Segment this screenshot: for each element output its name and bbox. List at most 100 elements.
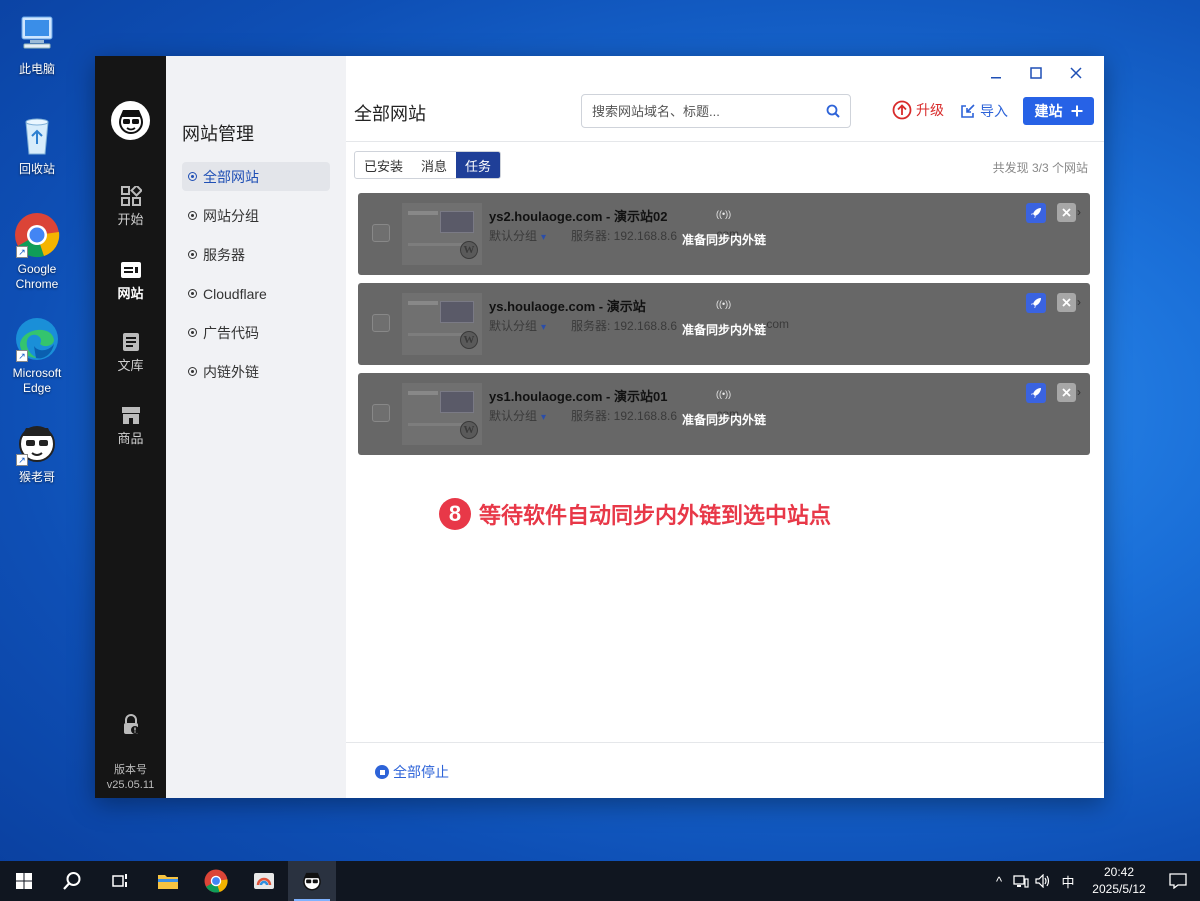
- network-icon[interactable]: [1010, 874, 1032, 888]
- lock-icon: [120, 714, 142, 734]
- chevron-right-icon[interactable]: ›: [1077, 205, 1081, 219]
- rocket-button[interactable]: [1026, 383, 1046, 403]
- site-thumbnail: W: [402, 203, 482, 265]
- file-explorer-taskbar-button[interactable]: [144, 861, 192, 901]
- app-logo[interactable]: [111, 101, 150, 140]
- site-name[interactable]: ys1.houlaoge.com - 演示站01: [489, 386, 667, 405]
- rail-item-library[interactable]: 文库: [95, 332, 166, 374]
- import-button[interactable]: 导入: [960, 101, 1008, 121]
- shortcut-arrow-icon: ↗: [16, 246, 28, 258]
- recycle-bin-icon: [14, 112, 60, 158]
- close-icon: [1070, 67, 1082, 79]
- ime-indicator[interactable]: 中: [1054, 872, 1082, 891]
- plus-icon: [1071, 105, 1082, 117]
- desktop-icon-edge[interactable]: ↗ Microsoft Edge: [6, 316, 68, 396]
- rail-item-start[interactable]: 开始: [95, 184, 166, 228]
- notification-icon[interactable]: [1156, 873, 1200, 889]
- task-view-button[interactable]: [96, 861, 144, 901]
- chevron-right-icon[interactable]: ›: [1077, 295, 1081, 309]
- upgrade-arrow-icon: [892, 100, 912, 120]
- site-group-select[interactable]: 默认分组 ▾: [489, 407, 546, 424]
- search-icon: [63, 872, 81, 890]
- subnav-item-links[interactable]: 内链外链: [182, 357, 330, 386]
- site-server: 服务器: 192.168.8.6: [571, 319, 678, 333]
- stop-all-button[interactable]: 全部停止: [375, 762, 449, 782]
- start-button[interactable]: [0, 861, 48, 901]
- search-input[interactable]: [592, 103, 826, 119]
- system-tray: ^ 中 20:42 2025/5/12: [988, 861, 1200, 901]
- site-card: W ys2.houlaoge.com - 演示站02 默认分组 ▾ 服务器: 19…: [358, 193, 1090, 275]
- version-label: 版本号: [114, 764, 147, 776]
- site-name[interactable]: ys2.houlaoge.com - 演示站02: [489, 206, 667, 225]
- houlaoge-taskbar-button[interactable]: [288, 861, 336, 901]
- stop-all-label: 全部停止: [393, 764, 449, 780]
- minimize-button[interactable]: [976, 60, 1016, 86]
- remove-site-button[interactable]: [1057, 293, 1076, 312]
- remove-site-button[interactable]: [1057, 203, 1076, 222]
- document-icon: [120, 332, 142, 352]
- tab-tasks[interactable]: 任务: [456, 152, 501, 178]
- desktop-icon-houlaoge[interactable]: ↗ 猴老哥: [6, 420, 68, 485]
- clock[interactable]: 20:42 2025/5/12: [1082, 864, 1156, 898]
- wordpress-icon: W: [460, 421, 478, 439]
- rocket-icon: [1031, 208, 1041, 218]
- edge-icon: ↗: [14, 316, 60, 362]
- search-taskbar-button[interactable]: [48, 861, 96, 901]
- rail-item-goods[interactable]: 商品: [95, 405, 166, 447]
- subnav-item-site-groups[interactable]: 网站分组: [182, 201, 330, 230]
- search-icon[interactable]: [826, 104, 840, 118]
- close-window-button[interactable]: [1056, 60, 1096, 86]
- subnav-item-servers[interactable]: 服务器: [182, 240, 330, 269]
- site-name[interactable]: ys.houlaoge.com - 演示站: [489, 296, 646, 315]
- monkey-logo-icon: [118, 109, 143, 134]
- site-card: W ys1.houlaoge.com - 演示站01 默认分组 ▾ 服务器: 19…: [358, 373, 1090, 455]
- site-server: 服务器: 192.168.8.6: [571, 229, 678, 243]
- site-group-select[interactable]: 默认分组 ▾: [489, 227, 546, 244]
- subnav-item-cloudflare[interactable]: Cloudflare: [182, 279, 330, 308]
- desktop-icon-label: Google Chrome: [15, 262, 59, 291]
- subnav-item-label: Cloudflare: [203, 285, 267, 302]
- chrome-taskbar-button[interactable]: [192, 861, 240, 901]
- site-checkbox[interactable]: [372, 224, 390, 242]
- remove-site-button[interactable]: [1057, 383, 1076, 402]
- rocket-button[interactable]: [1026, 293, 1046, 313]
- app-taskbar-button[interactable]: [240, 861, 288, 901]
- site-group-select[interactable]: 默认分组 ▾: [489, 317, 546, 334]
- subnav-item-label: 服务器: [203, 246, 245, 263]
- close-icon: [1062, 388, 1071, 397]
- rocket-icon: [1031, 298, 1041, 308]
- volume-icon[interactable]: [1032, 874, 1054, 888]
- desktop-icon-recycle-bin[interactable]: 回收站: [6, 112, 68, 177]
- tab-installed[interactable]: 已安装: [355, 152, 412, 178]
- site-checkbox[interactable]: [372, 314, 390, 332]
- subnav-item-all-sites[interactable]: 全部网站: [182, 162, 330, 191]
- broadcast-icon: ((•)): [716, 389, 732, 399]
- rail-item-label: 网站: [117, 286, 144, 301]
- desktop-icon-this-pc[interactable]: 此电脑: [6, 12, 68, 77]
- rocket-button[interactable]: [1026, 203, 1046, 223]
- upgrade-button[interactable]: 升级: [892, 100, 944, 120]
- desktop-icon-label: Microsoft Edge: [12, 366, 62, 395]
- close-icon: [1062, 208, 1071, 217]
- maximize-button[interactable]: [1016, 60, 1056, 86]
- tab-messages[interactable]: 消息: [412, 152, 456, 178]
- site-group-label: 默认分组: [489, 319, 538, 333]
- desktop-icon-label: 此电脑: [18, 62, 55, 76]
- lock-button[interactable]: [95, 714, 166, 737]
- search-box[interactable]: [581, 94, 851, 128]
- step-number-badge: 8: [439, 498, 471, 530]
- site-domain-tail: .com: [763, 317, 790, 331]
- chevron-right-icon[interactable]: ›: [1077, 385, 1081, 399]
- rocket-icon: [1031, 388, 1041, 398]
- window-controls: [976, 60, 1096, 86]
- chevron-up-icon[interactable]: ^: [988, 874, 1010, 889]
- site-count: 共发现 3/3 个网站: [992, 161, 1088, 175]
- subnav-item-ad-code[interactable]: 广告代码: [182, 318, 330, 347]
- subnav-item-label: 全部网站: [203, 168, 259, 185]
- site-card: W ys.houlaoge.com - 演示站 默认分组 ▾ 服务器: 192.1…: [358, 283, 1090, 365]
- rail-item-website[interactable]: 网站: [95, 260, 166, 302]
- build-site-button[interactable]: 建站: [1023, 97, 1094, 125]
- desktop-icon-chrome[interactable]: ↗ Google Chrome: [6, 212, 68, 292]
- site-checkbox[interactable]: [372, 404, 390, 422]
- tab-group: 已安装 消息 任务: [354, 151, 502, 179]
